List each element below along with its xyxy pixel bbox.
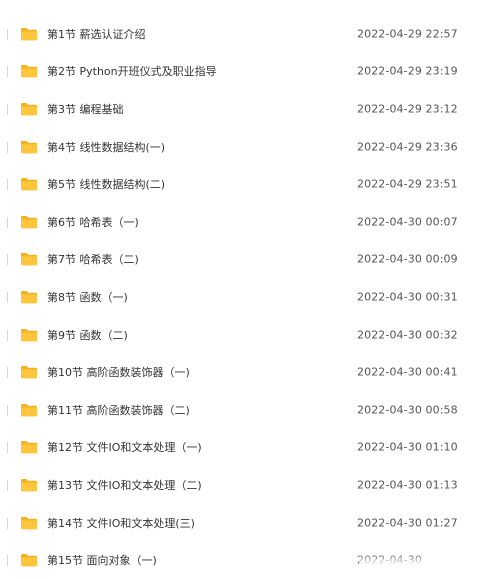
row-marker bbox=[7, 518, 8, 529]
modified-date: 2022-04-29 23:36 bbox=[357, 140, 458, 153]
folder-icon bbox=[20, 403, 38, 417]
folder-name: 第2节 Python开班仪式及职业指导 bbox=[47, 63, 217, 79]
folder-name: 第13节 文件IO和文本处理（二) bbox=[47, 477, 202, 493]
folder-name: 第3节 编程基础 bbox=[47, 101, 124, 117]
folder-row[interactable]: 第3节 编程基础 2022-04-29 23:12 bbox=[0, 90, 499, 128]
folder-row[interactable]: 第1节 薪选认证介绍 2022-04-29 22:57 bbox=[0, 15, 499, 53]
modified-date: 2022-04-30 00:31 bbox=[357, 290, 458, 303]
row-marker bbox=[7, 104, 8, 115]
folder-row[interactable]: 第4节 线性数据结构(一) 2022-04-29 23:36 bbox=[0, 128, 499, 166]
modified-date: 2022-04-30 00:41 bbox=[357, 366, 458, 379]
folder-row[interactable]: 第11节 高阶函数装饰器（二) 2022-04-30 00:58 bbox=[0, 391, 499, 429]
folder-name: 第14节 文件IO和文本处理(三) bbox=[47, 515, 195, 531]
folder-name: 第1节 薪选认证介绍 bbox=[47, 26, 146, 42]
row-marker bbox=[7, 142, 8, 153]
folder-icon bbox=[20, 177, 38, 191]
folder-row[interactable]: 第2节 Python开班仪式及职业指导 2022-04-29 23:19 bbox=[0, 53, 499, 91]
folder-icon bbox=[20, 102, 38, 116]
folder-icon bbox=[20, 328, 38, 342]
modified-date: 2022-04-30 01:10 bbox=[357, 441, 458, 454]
row-marker bbox=[7, 66, 8, 77]
folder-row[interactable]: 第15节 面向对象（一) 2022-04-30 bbox=[0, 541, 499, 579]
modified-date: 2022-04-30 00:32 bbox=[357, 328, 458, 341]
folder-icon bbox=[20, 478, 38, 492]
folder-name: 第15节 面向对象（一) bbox=[47, 552, 157, 568]
folder-row[interactable]: 第12节 文件IO和文本处理（一) 2022-04-30 01:10 bbox=[0, 429, 499, 467]
folder-name: 第6节 哈希表（一) bbox=[47, 214, 139, 230]
row-marker bbox=[7, 367, 8, 378]
modified-date: 2022-04-29 23:19 bbox=[357, 65, 458, 78]
row-marker bbox=[7, 480, 8, 491]
modified-date: 2022-04-29 23:51 bbox=[357, 178, 458, 191]
folder-row[interactable]: 第14节 文件IO和文本处理(三) 2022-04-30 01:27 bbox=[0, 504, 499, 542]
row-marker bbox=[7, 330, 8, 341]
row-marker bbox=[7, 292, 8, 303]
folder-icon bbox=[20, 64, 38, 78]
modified-date: 2022-04-30 01:13 bbox=[357, 478, 458, 491]
modified-date: 2022-04-30 bbox=[357, 554, 422, 567]
row-marker bbox=[7, 442, 8, 453]
folder-icon bbox=[20, 516, 38, 530]
modified-date: 2022-04-30 00:07 bbox=[357, 215, 458, 228]
folder-name: 第5节 线性数据结构(二) bbox=[47, 176, 165, 192]
folder-row[interactable]: 第13节 文件IO和文本处理（二) 2022-04-30 01:13 bbox=[0, 466, 499, 504]
row-marker bbox=[7, 29, 8, 40]
row-marker bbox=[7, 405, 8, 416]
folder-icon bbox=[20, 440, 38, 454]
folder-row[interactable]: 第5节 线性数据结构(二) 2022-04-29 23:51 bbox=[0, 165, 499, 203]
folder-icon bbox=[20, 290, 38, 304]
row-marker bbox=[7, 555, 8, 566]
row-marker bbox=[7, 179, 8, 190]
modified-date: 2022-04-30 01:27 bbox=[357, 516, 458, 529]
row-marker bbox=[7, 217, 8, 228]
folder-row[interactable]: 第6节 哈希表（一) 2022-04-30 00:07 bbox=[0, 203, 499, 241]
modified-date: 2022-04-29 23:12 bbox=[357, 102, 458, 115]
folder-name: 第12节 文件IO和文本处理（一) bbox=[47, 439, 202, 455]
modified-date: 2022-04-30 00:09 bbox=[357, 253, 458, 266]
folder-row[interactable]: 第9节 函数（二) 2022-04-30 00:32 bbox=[0, 316, 499, 354]
folder-name: 第8节 函数（一) bbox=[47, 289, 128, 305]
folder-row[interactable]: 第10节 高阶函数装饰器（一) 2022-04-30 00:41 bbox=[0, 353, 499, 391]
modified-date: 2022-04-29 22:57 bbox=[357, 27, 458, 40]
modified-date: 2022-04-30 00:58 bbox=[357, 403, 458, 416]
folder-icon bbox=[20, 252, 38, 266]
file-list: 第1节 薪选认证介绍 2022-04-29 22:57 第2节 Python开班仪… bbox=[0, 15, 499, 579]
folder-name: 第9节 函数（二) bbox=[47, 327, 128, 343]
folder-name: 第7节 哈希表（二) bbox=[47, 251, 139, 267]
folder-icon bbox=[20, 215, 38, 229]
row-marker bbox=[7, 254, 8, 265]
folder-icon bbox=[20, 140, 38, 154]
folder-icon bbox=[20, 27, 38, 41]
folder-name: 第4节 线性数据结构(一) bbox=[47, 139, 165, 155]
folder-icon bbox=[20, 553, 38, 567]
folder-name: 第11节 高阶函数装饰器（二) bbox=[47, 402, 190, 418]
folder-row[interactable]: 第8节 函数（一) 2022-04-30 00:31 bbox=[0, 278, 499, 316]
folder-icon bbox=[20, 365, 38, 379]
folder-name: 第10节 高阶函数装饰器（一) bbox=[47, 364, 190, 380]
folder-row[interactable]: 第7节 哈希表（二) 2022-04-30 00:09 bbox=[0, 241, 499, 279]
